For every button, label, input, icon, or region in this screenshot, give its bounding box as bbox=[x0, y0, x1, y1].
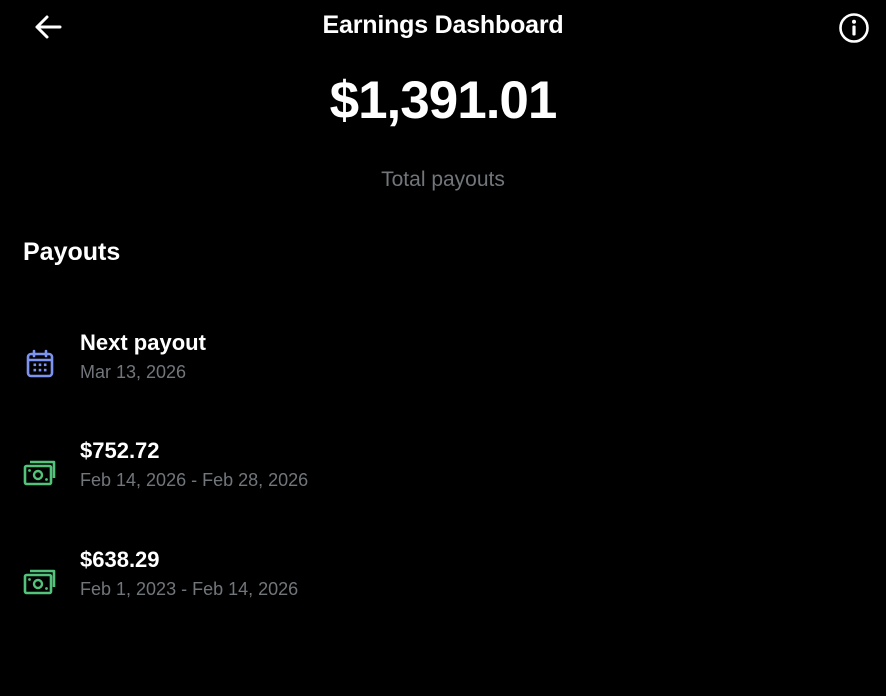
top-app-bar: Earnings Dashboard bbox=[0, 0, 886, 56]
money-icon bbox=[22, 456, 58, 488]
payout-row[interactable]: $638.29 Feb 1, 2023 - Feb 14, 2026 bbox=[0, 539, 886, 619]
next-payout-row[interactable]: Next payout Mar 13, 2026 bbox=[0, 322, 886, 402]
payouts-section-title: Payouts bbox=[23, 238, 121, 266]
next-payout-date: Mar 13, 2026 bbox=[80, 362, 187, 382]
money-icon bbox=[22, 565, 58, 597]
payout-row[interactable]: $752.72 Feb 14, 2026 - Feb 28, 2026 bbox=[0, 430, 886, 510]
page-title: Earnings Dashboard bbox=[322, 11, 564, 39]
payout-amount: $638.29 bbox=[80, 547, 160, 572]
calendar-icon bbox=[22, 348, 58, 380]
payout-amount: $752.72 bbox=[80, 438, 160, 463]
next-payout-title: Next payout bbox=[80, 330, 206, 355]
payout-period: Feb 1, 2023 - Feb 14, 2026 bbox=[80, 579, 299, 599]
payout-period: Feb 14, 2026 - Feb 28, 2026 bbox=[80, 470, 309, 490]
total-payouts-label: Total payouts bbox=[381, 168, 505, 191]
total-payouts-amount: $1,391.01 bbox=[329, 71, 558, 130]
info-circle-icon bbox=[839, 13, 869, 43]
info-button[interactable] bbox=[834, 8, 874, 48]
